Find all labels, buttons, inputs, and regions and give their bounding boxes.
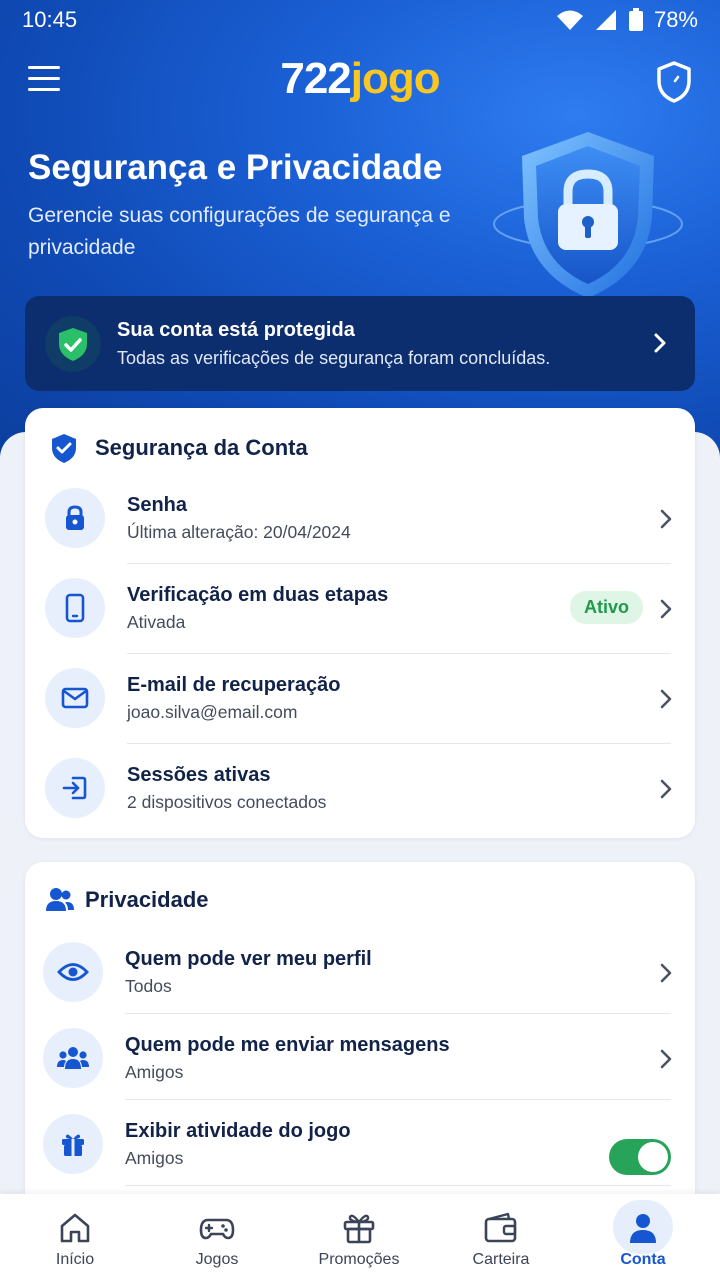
icon-circle bbox=[43, 942, 103, 1002]
privacy-header: Privacidade bbox=[45, 886, 209, 914]
item-subtitle: Ativada bbox=[127, 612, 186, 632]
nav-item-promocoes[interactable]: Promoções bbox=[299, 1194, 419, 1280]
chevron-right-icon bbox=[660, 599, 672, 619]
chevron-right-icon bbox=[660, 509, 672, 529]
item-subtitle: 2 dispositivos conectados bbox=[127, 792, 327, 812]
gift-icon bbox=[343, 1214, 375, 1244]
nav-label: Jogos bbox=[195, 1251, 239, 1268]
divider bbox=[127, 653, 671, 654]
account-security-header: Segurança da Conta bbox=[49, 432, 308, 464]
item-title: Verificação em duas etapas bbox=[127, 584, 389, 606]
icon-circle bbox=[43, 1114, 103, 1174]
item-title: Quem pode me enviar mensagens bbox=[125, 1034, 450, 1056]
nav-label: Carteira bbox=[472, 1251, 530, 1268]
nav-item-jogos[interactable]: Jogos bbox=[157, 1194, 277, 1280]
top-bar: 722jogo bbox=[0, 52, 720, 112]
protection-status-card[interactable]: Sua conta está protegida Todas as verifi… bbox=[25, 296, 695, 391]
icon-circle bbox=[45, 758, 105, 818]
chevron-right-icon bbox=[654, 333, 666, 353]
chevron-right-icon bbox=[660, 779, 672, 799]
chevron-right-icon bbox=[660, 963, 672, 983]
item-subtitle: joao.silva@email.com bbox=[127, 702, 298, 722]
icon-circle bbox=[43, 1028, 103, 1088]
privacy-item-messages[interactable]: Quem pode me enviar mensagens Amigos bbox=[43, 1028, 675, 1118]
privacy-title: Privacidade bbox=[85, 887, 209, 912]
item-title: Exibir atividade do jogo bbox=[125, 1120, 351, 1142]
divider bbox=[127, 563, 671, 564]
item-title: Sessões ativas bbox=[127, 764, 271, 786]
battery-icon bbox=[628, 8, 643, 31]
status-time: 10:45 bbox=[22, 7, 78, 32]
icon-circle bbox=[45, 668, 105, 728]
item-title: E-mail de recuperação bbox=[127, 674, 341, 696]
protection-icon-wrap bbox=[45, 316, 101, 372]
protection-text: Todas as verificações de segurança foram… bbox=[117, 348, 551, 368]
nav-label: Conta bbox=[620, 1251, 666, 1268]
item-title: Quem pode ver meu perfil bbox=[125, 948, 372, 970]
shield-check-icon bbox=[59, 328, 87, 361]
divider bbox=[125, 1013, 671, 1014]
toggle-knob bbox=[638, 1142, 668, 1172]
item-subtitle: Amigos bbox=[125, 1062, 184, 1082]
signal-icon bbox=[595, 10, 616, 30]
battery-level: 78% bbox=[653, 7, 698, 32]
gift-icon bbox=[62, 1134, 84, 1156]
divider bbox=[125, 1185, 671, 1186]
privacy-item-game-activity[interactable]: Exibir atividade do jogo Amigos bbox=[43, 1114, 675, 1204]
app-logo: 722jogo bbox=[0, 54, 720, 104]
chevron-right-icon bbox=[660, 1049, 672, 1069]
item-subtitle: Amigos bbox=[125, 1148, 184, 1168]
logo-word: jogo bbox=[350, 54, 441, 103]
user-icon bbox=[630, 1214, 656, 1243]
item-subtitle: Todos bbox=[125, 976, 172, 996]
shield-check-icon bbox=[52, 434, 76, 463]
nav-item-conta[interactable]: Conta bbox=[583, 1194, 703, 1280]
nav-item-carteira[interactable]: Carteira bbox=[441, 1194, 561, 1280]
wifi-icon bbox=[556, 10, 583, 30]
divider bbox=[125, 1099, 671, 1100]
privacy-item-profile-visibility[interactable]: Quem pode ver meu perfil Todos bbox=[43, 942, 675, 1032]
logo-number: 722 bbox=[280, 54, 351, 103]
gamepad-icon bbox=[199, 1218, 235, 1240]
game-activity-toggle[interactable] bbox=[609, 1139, 671, 1175]
eye-icon bbox=[57, 963, 89, 981]
security-item-active-sessions[interactable]: Sessões ativas 2 dispositivos conectados bbox=[45, 758, 675, 848]
nav-item-inicio[interactable]: Início bbox=[15, 1194, 135, 1280]
page-subtitle: Gerencie suas configurações de segurança… bbox=[28, 204, 451, 259]
nav-label: Início bbox=[55, 1251, 95, 1268]
page-title: Segurança e Privacidade bbox=[28, 148, 443, 187]
nav-label: Promoções bbox=[318, 1251, 400, 1268]
lock-icon bbox=[66, 505, 84, 530]
shield-lock-illustration-icon bbox=[493, 132, 683, 298]
users-icon bbox=[46, 888, 74, 911]
phone-icon bbox=[65, 593, 85, 623]
account-security-title: Segurança da Conta bbox=[95, 435, 308, 460]
security-item-two-factor[interactable]: Verificação em duas etapas Ativada Ativo bbox=[45, 578, 675, 668]
item-subtitle: Última alteração: 20/04/2024 bbox=[127, 522, 351, 542]
security-item-password[interactable]: Senha Última alteração: 20/04/2024 bbox=[45, 488, 675, 578]
login-icon bbox=[62, 776, 87, 800]
privacy-card: Privacidade Quem pode ver meu perfil Tod… bbox=[25, 862, 695, 1222]
home-icon bbox=[60, 1213, 90, 1243]
icon-circle bbox=[45, 578, 105, 638]
wallet-icon bbox=[484, 1212, 517, 1243]
icon-circle bbox=[45, 488, 105, 548]
account-security-card: Segurança da Conta Senha Última alteraçã… bbox=[25, 408, 695, 838]
chevron-right-icon bbox=[660, 689, 672, 709]
shield-icon bbox=[657, 61, 691, 103]
security-item-recovery-email[interactable]: E-mail de recuperação joao.silva@email.c… bbox=[45, 668, 675, 758]
status-bar: 10:45 78% bbox=[0, 0, 720, 40]
item-title: Senha bbox=[127, 494, 188, 516]
mail-icon bbox=[61, 687, 89, 709]
protection-title: Sua conta está protegida bbox=[117, 319, 355, 341]
bottom-navigation: Início Jogos Promoções Carteira Conta bbox=[0, 1194, 720, 1280]
status-badge: Ativo bbox=[570, 591, 643, 624]
divider bbox=[127, 743, 671, 744]
shield-button[interactable] bbox=[654, 60, 694, 104]
group-icon bbox=[57, 1047, 89, 1069]
